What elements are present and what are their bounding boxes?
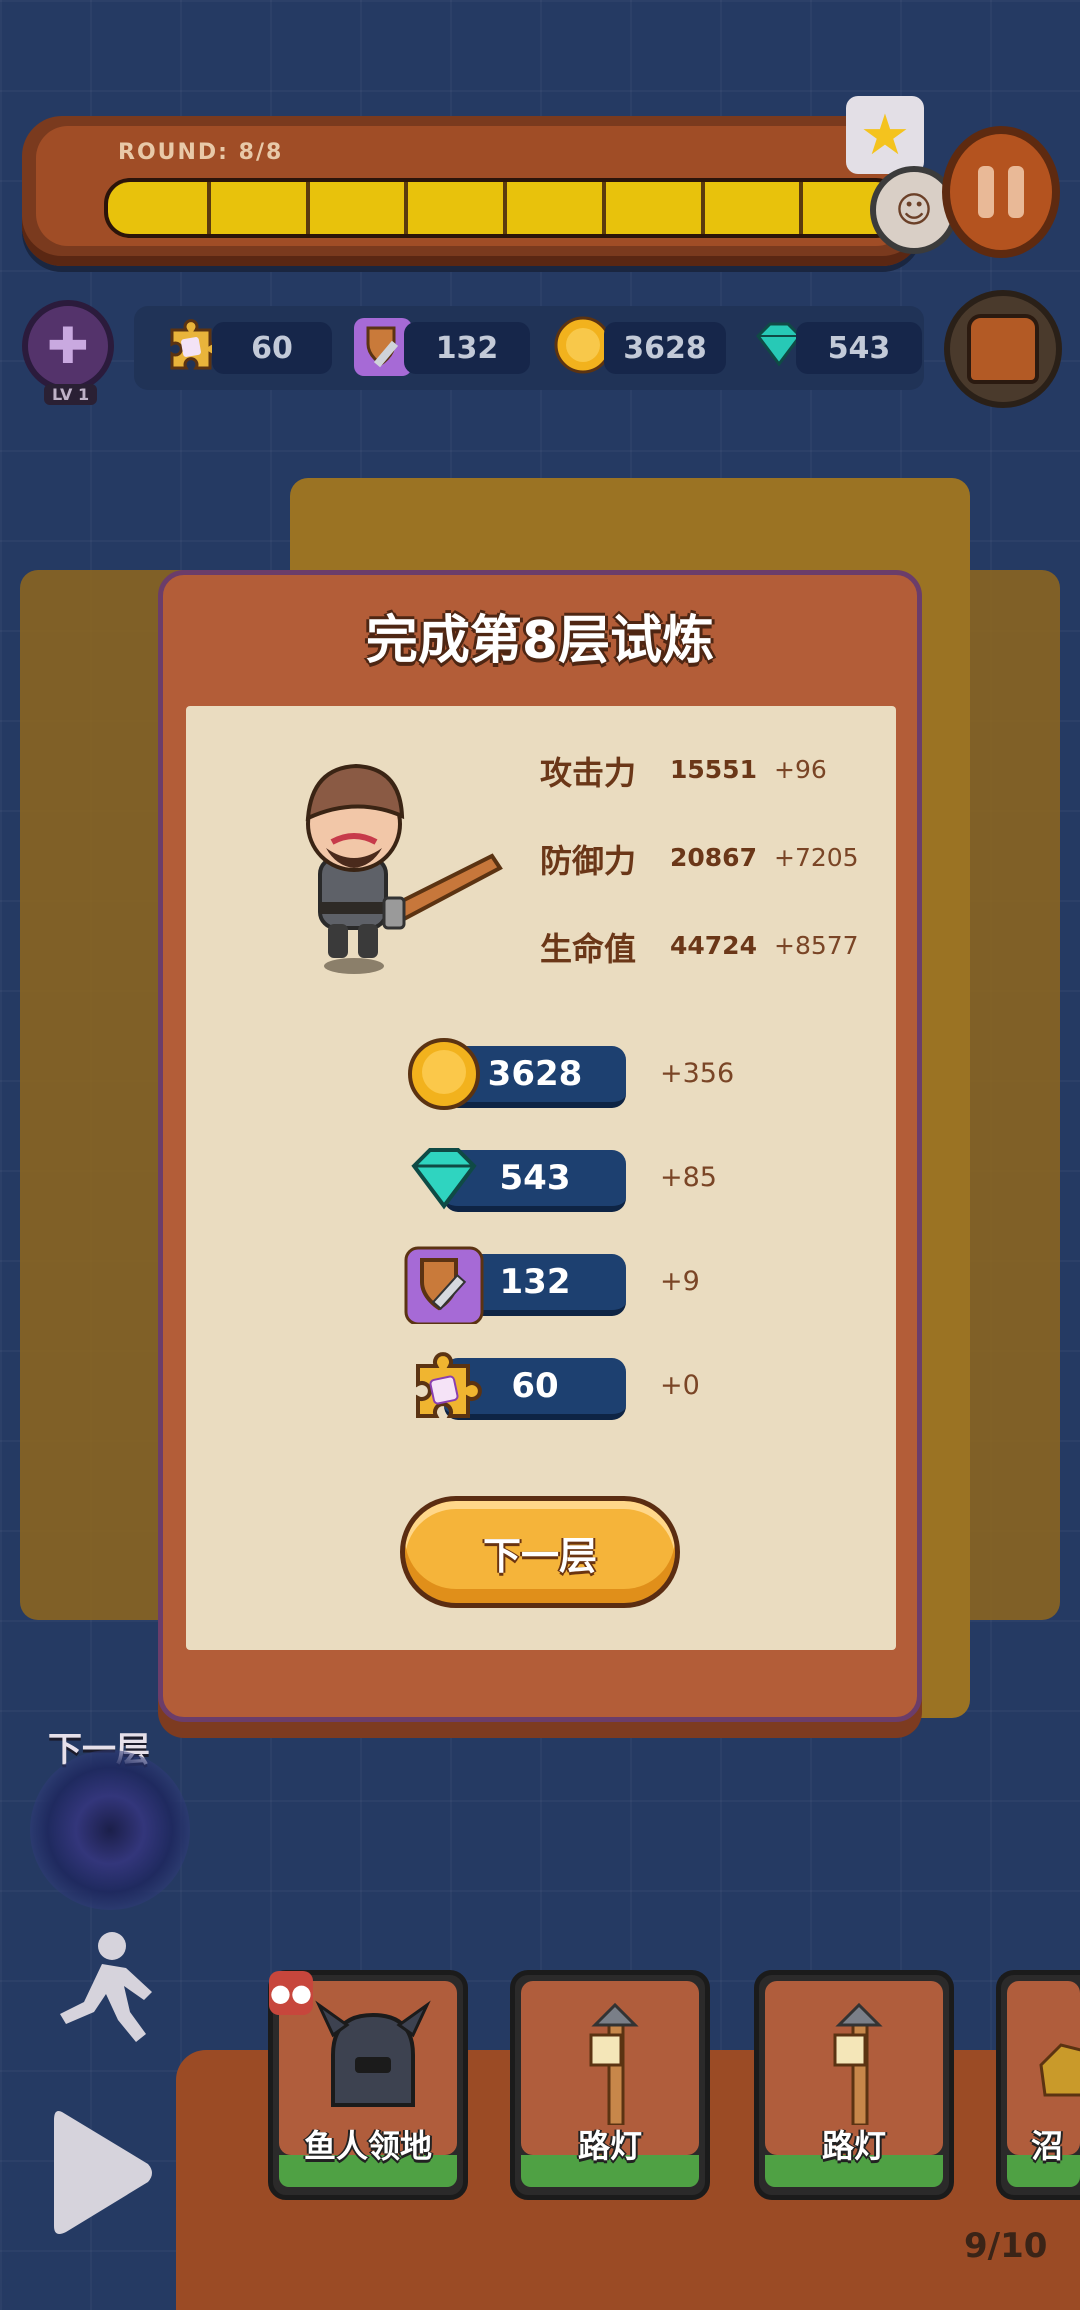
pause-icon xyxy=(978,166,994,218)
card-street-lamp-2[interactable]: 路灯 xyxy=(754,1970,954,2200)
play-icon xyxy=(54,2111,152,2234)
stat-defense-value: 20867 xyxy=(670,843,757,872)
stat-defense-delta: +7205 xyxy=(774,843,859,872)
card-street-lamp[interactable]: 路灯 xyxy=(510,1970,710,2200)
alert-icon: ●● xyxy=(269,1971,313,2015)
star-icon[interactable]: ★ xyxy=(846,96,924,174)
card-label: 鱼人领地 xyxy=(303,2127,432,2165)
stat-hp-delta: +8577 xyxy=(774,931,859,960)
resource-shields: 132 xyxy=(404,322,530,374)
backpack-icon xyxy=(967,314,1039,384)
stat-defense-label: 防御力 xyxy=(540,842,637,880)
puzzle-ticket-icon xyxy=(404,1350,484,1430)
dialog-title: 完成第8层试炼 xyxy=(365,611,715,671)
round-segment-divider xyxy=(700,182,705,234)
gold-rock-icon xyxy=(1031,1995,1080,2125)
card-swamp[interactable]: 沼 xyxy=(996,1970,1080,2200)
shield-sword-icon xyxy=(404,1244,484,1324)
round-segment-divider xyxy=(305,182,310,234)
round-segment-divider xyxy=(404,182,409,234)
stat-attack-value: 15551 xyxy=(670,755,757,784)
reward-ticket-delta: +0 xyxy=(660,1370,700,1401)
stat-attack-label: 攻击力 xyxy=(540,754,637,792)
street-lamp-icon xyxy=(545,1995,685,2127)
card-label: 沼 xyxy=(1031,2127,1064,2165)
round-segment-divider xyxy=(601,182,606,234)
stat-hp-label: 生命值 xyxy=(540,930,637,968)
play-button[interactable] xyxy=(44,2098,164,2248)
gem-icon xyxy=(404,1138,484,1218)
skill-plus-badge[interactable]: ✚ xyxy=(22,300,114,392)
hero-character xyxy=(272,738,512,978)
stat-attack-delta: +96 xyxy=(774,755,827,784)
round-progress-bar xyxy=(104,178,902,238)
level-badge: LV 1 xyxy=(44,384,98,405)
round-label: ROUND: 8/8 xyxy=(118,140,284,165)
resource-gold: 3628 xyxy=(604,322,726,374)
stat-hp-value: 44724 xyxy=(670,931,757,960)
page-count: 9/10 xyxy=(964,2226,1048,2266)
reward-gem-delta: +85 xyxy=(660,1162,717,1193)
street-lamp-icon xyxy=(789,1995,929,2127)
reward-shield-delta: +9 xyxy=(660,1266,700,1297)
card-label: 路灯 xyxy=(821,2127,886,2165)
card-fishman-territory[interactable]: ●● 鱼人领地 xyxy=(268,1970,468,2200)
reward-gold-delta: +356 xyxy=(660,1058,735,1089)
backpack-button[interactable] xyxy=(944,290,1062,408)
auto-run-button[interactable] xyxy=(40,1924,170,2054)
portal-icon[interactable] xyxy=(30,1750,190,1910)
resource-gems: 543 xyxy=(796,322,922,374)
round-segment-divider xyxy=(206,182,211,234)
runner-icon xyxy=(60,1932,152,2042)
next-floor-button[interactable]: 下一层 xyxy=(400,1496,680,1608)
round-segment-divider xyxy=(503,182,507,234)
helmet-icon xyxy=(303,1995,443,2125)
round-segment-divider xyxy=(799,182,804,234)
pause-button[interactable] xyxy=(942,126,1060,258)
card-label: 路灯 xyxy=(577,2127,642,2165)
resource-tickets: 60 xyxy=(212,322,332,374)
gold-coin-icon xyxy=(404,1034,484,1114)
